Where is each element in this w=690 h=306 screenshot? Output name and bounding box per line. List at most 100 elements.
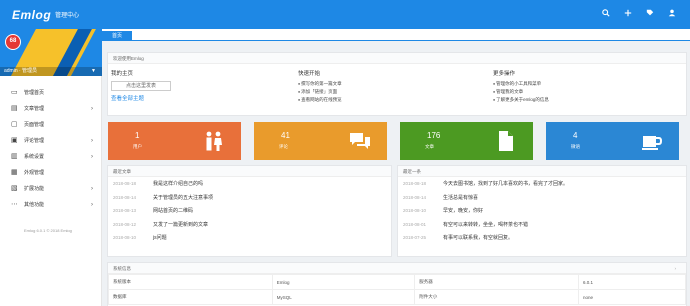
stat-value: 4 bbox=[573, 131, 578, 140]
chevron-right-icon: › bbox=[91, 186, 93, 192]
post-title[interactable]: 关于管理员的五大注意事项 bbox=[153, 195, 213, 201]
profile-user-menu[interactable]: admin · 管理员 ▼ bbox=[0, 67, 102, 76]
search-icon[interactable] bbox=[602, 8, 610, 20]
list-item[interactable]: 2018-08-13 网站首页的二维码 bbox=[108, 204, 391, 218]
note-text: 生活总是有惊喜 bbox=[443, 194, 479, 201]
post-date: 2018-08-13 bbox=[113, 208, 137, 213]
view-themes-link[interactable]: 查看全部主题 bbox=[111, 94, 291, 102]
list-item[interactable]: 2018-08-18 我是这样介绍自己的吗 bbox=[108, 177, 391, 191]
welcome-more-actions: 更多操作 管理你的小工具和菜单 管理我的文章 了解更多关于emlog的信息 bbox=[493, 69, 673, 104]
welcome-right-title: 更多操作 bbox=[493, 71, 516, 77]
user-icon[interactable] bbox=[668, 8, 676, 20]
table-cell: Emlog bbox=[271, 274, 416, 290]
post-title[interactable]: 又发了一篇更新到的文章 bbox=[153, 222, 208, 228]
note-date: 2018-08-01 bbox=[403, 221, 427, 227]
app-logo[interactable]: Emlog bbox=[12, 8, 51, 22]
sidebar-item-label: 系统设置 bbox=[24, 154, 45, 160]
table-cell: MySQL bbox=[271, 289, 416, 305]
dots-icon: ⋯ bbox=[11, 201, 18, 208]
list-item[interactable]: 2018-08-10 早安，晚安，你好 bbox=[398, 204, 686, 218]
list-item[interactable]: 2018-08-14 生活总是有惊喜 bbox=[398, 191, 686, 205]
table-cell: 数据库 bbox=[108, 289, 273, 305]
caret-down-icon: ▼ bbox=[91, 68, 96, 74]
publish-button[interactable]: 点击这里发表 bbox=[111, 81, 171, 91]
stat-value: 1 bbox=[135, 131, 140, 140]
file-icon bbox=[495, 130, 517, 157]
post-title[interactable]: 网站首页的二维码 bbox=[153, 208, 193, 214]
system-info-table: 系统版本 Emlog 服务器 6.0.1 数据库 MySQL 附件大小 none bbox=[108, 274, 686, 305]
chevron-right-icon: › bbox=[91, 106, 93, 112]
sidebar-item-label: 扩展功能 bbox=[24, 186, 45, 192]
document-icon: ▤ bbox=[11, 105, 18, 112]
quick-start-link[interactable]: 撰写你的第一篇文章 bbox=[298, 80, 478, 88]
sidebar-item-appearance[interactable]: ▦ 外观管理 bbox=[0, 165, 101, 181]
list-item[interactable]: 2018-08-10 js问题 bbox=[108, 231, 391, 245]
stat-value: 176 bbox=[427, 131, 441, 140]
app-subtitle: 管理中心 bbox=[55, 13, 80, 19]
note-date: 2018-08-14 bbox=[403, 194, 427, 200]
chat-icon bbox=[349, 130, 371, 157]
table-row: 系统版本 Emlog 服务器 6.0.1 bbox=[108, 274, 686, 290]
sidebar-item-pages[interactable]: ▢ 页面管理 bbox=[0, 117, 101, 133]
stat-value: 41 bbox=[281, 131, 290, 140]
tag-icon[interactable] bbox=[646, 8, 654, 20]
profile-card: 68 admin · 管理员 ▼ bbox=[0, 29, 102, 76]
post-title[interactable]: js问题 bbox=[153, 235, 167, 241]
table-row: 数据库 MySQL 附件大小 none bbox=[108, 289, 686, 305]
stat-label: 评论 bbox=[279, 144, 288, 149]
top-actions bbox=[602, 8, 676, 20]
more-action-link[interactable]: 管理我的文章 bbox=[493, 88, 673, 96]
stat-card-articles[interactable]: 176 文章 bbox=[400, 122, 533, 160]
table-cell: 系统版本 bbox=[108, 274, 273, 290]
chevron-right-icon[interactable]: › bbox=[675, 263, 677, 274]
welcome-quick-start: 快速开始 撰写你的第一篇文章 添加「链接」页面 查看网站的在线预览 bbox=[298, 69, 478, 104]
link-icon: ▦ bbox=[11, 169, 18, 176]
list-item[interactable]: 2018-08-01 有空可以来转转，坐坐，喝杯茶也不错 bbox=[398, 218, 686, 232]
chart-icon: ▥ bbox=[11, 153, 18, 160]
more-action-link[interactable]: 管理你的小工具和菜单 bbox=[493, 80, 673, 88]
more-action-link[interactable]: 了解更多关于emlog的信息 bbox=[493, 96, 673, 104]
avatar[interactable]: 68 bbox=[5, 34, 21, 50]
list-item[interactable]: 2018-08-14 关于管理员的五大注意事项 bbox=[108, 191, 391, 205]
sidebar-footer: Emlog 6.0.1 © 2018 Emlog bbox=[24, 228, 72, 233]
note-date: 2018-08-18 bbox=[403, 181, 427, 186]
plus-icon[interactable] bbox=[624, 8, 632, 20]
stat-card-users[interactable]: 1 用户 bbox=[108, 122, 241, 160]
recent-posts-title: 最近文章 bbox=[108, 166, 391, 177]
quick-start-link[interactable]: 添加「链接」页面 bbox=[298, 88, 478, 96]
sidebar-item-comments[interactable]: ▣ 评论管理 › bbox=[0, 133, 101, 149]
top-bar: Emlog 管理中心 bbox=[0, 0, 690, 29]
page-icon: ▢ bbox=[11, 121, 18, 128]
stat-card-comments[interactable]: 41 评论 bbox=[254, 122, 387, 160]
stat-label: 微语 bbox=[571, 144, 580, 149]
chevron-right-icon: › bbox=[91, 202, 93, 208]
sidebar-item-label: 管理首页 bbox=[24, 90, 45, 96]
plugin-icon: ▧ bbox=[11, 185, 18, 192]
sidebar-item-articles[interactable]: ▤ 文章管理 › bbox=[0, 101, 101, 117]
sidebar-nav: ▭ 管理首页 ▤ 文章管理 › ▢ 页面管理 ▣ 评论管理 › ▥ 系统设置 › ▦ 外观管理 ▧… bbox=[0, 85, 101, 213]
sidebar-item-home[interactable]: ▭ 管理首页 bbox=[0, 85, 101, 101]
sidebar-item-settings[interactable]: ▥ 系统设置 › bbox=[0, 149, 101, 165]
list-item[interactable]: 2018-07-25 有事可以联系我，有空就回复。 bbox=[398, 231, 686, 245]
sidebar-item-label: 外观管理 bbox=[24, 170, 45, 176]
quick-start-link[interactable]: 查看网站的在线预览 bbox=[298, 96, 478, 104]
recent-notes-panel: 最近一条 2018-08-18 今天去图书馆，找到了好几本喜欢的书，看完了才回家。… bbox=[397, 165, 687, 257]
note-text: 有事可以联系我，有空就回复。 bbox=[443, 235, 514, 241]
post-title[interactable]: 我是这样介绍自己的吗 bbox=[153, 181, 203, 187]
note-text: 有空可以来转转，坐坐，喝杯茶也不错 bbox=[443, 221, 529, 228]
welcome-panel-title: 欢迎使用Emlog bbox=[108, 53, 686, 64]
sidebar-item-label: 文章管理 bbox=[24, 106, 45, 112]
sidebar-item-extensions[interactable]: ▧ 扩展功能 › bbox=[0, 181, 101, 197]
system-info-title: 系统信息 › bbox=[108, 263, 686, 274]
list-item[interactable]: 2018-08-12 又发了一篇更新到的文章 bbox=[108, 218, 391, 232]
list-item[interactable]: 2018-08-18 今天去图书馆，找到了好几本喜欢的书，看完了才回家。 bbox=[398, 177, 686, 191]
stat-label: 文章 bbox=[425, 144, 434, 149]
profile-user-label: admin · 管理员 bbox=[4, 68, 38, 74]
table-cell: 附件大小 bbox=[414, 289, 580, 305]
stat-card-notes[interactable]: 4 微语 bbox=[546, 122, 679, 160]
welcome-my-home: 我的主页 点击这里发表 查看全部主题 bbox=[111, 69, 291, 102]
welcome-left-title: 我的主页 bbox=[111, 71, 134, 77]
table-cell: none bbox=[578, 289, 686, 305]
sidebar-item-other[interactable]: ⋯ 其他功能 › bbox=[0, 197, 101, 213]
tab-home[interactable]: 首页 bbox=[102, 31, 132, 41]
